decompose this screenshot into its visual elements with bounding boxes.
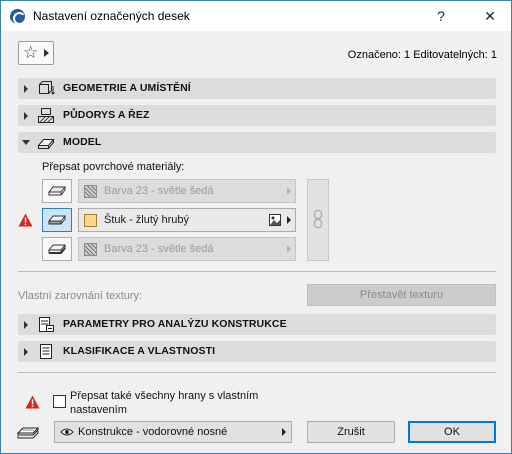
override-materials-label: Přepsat povrchové materiály: xyxy=(42,161,185,173)
expand-arrow-icon xyxy=(24,321,28,329)
section-classification[interactable]: KLASIFIKACE A VLASTNOSTI xyxy=(18,341,496,362)
texture-alignment-label: Vlastní zarovnání textury: xyxy=(18,290,143,302)
window-title: Nastavení označených desek xyxy=(33,9,190,23)
dialog-body: ☆ Označeno: 1 Editovatelných: 1 GEOMETRI… xyxy=(1,31,511,453)
edge-surface-button[interactable] xyxy=(42,208,72,232)
divider xyxy=(18,372,496,373)
collapse-arrow-icon xyxy=(22,140,30,145)
chevron-right-icon xyxy=(287,216,291,224)
material-name: Barva 23 - světle šedá xyxy=(104,185,214,197)
chevron-right-icon xyxy=(287,187,291,195)
top-surface-button[interactable] xyxy=(42,179,72,203)
help-button[interactable]: ? xyxy=(426,5,456,27)
material-dropdown: Barva 23 - světle šedá xyxy=(78,179,296,203)
favorites-button[interactable]: ☆ xyxy=(18,41,54,65)
section-geometry[interactable]: GEOMETRIE A UMÍSTĚNÍ xyxy=(18,78,496,99)
warning-icon xyxy=(18,213,33,227)
override-edges-checkbox[interactable] xyxy=(53,395,66,408)
star-icon: ☆ xyxy=(23,43,39,62)
expand-arrow-icon xyxy=(24,348,28,356)
layer-dropdown[interactable]: Konstrukce - vodorovné nosné xyxy=(54,421,292,443)
close-button[interactable]: ✕ xyxy=(475,5,505,27)
geometry-icon xyxy=(39,81,55,95)
override-edges-label[interactable]: Přepsat také všechny hrany s vlastním na… xyxy=(70,389,290,417)
eye-icon xyxy=(60,428,74,436)
warning-icon xyxy=(25,395,40,409)
floorplan-icon xyxy=(38,108,54,123)
section-title: PARAMETRY PRO ANALÝZU KONSTRUKCE xyxy=(63,318,287,330)
slab-top-icon xyxy=(48,186,66,196)
material-dropdown: Barva 23 - světle šedá xyxy=(78,237,296,261)
material-swatch xyxy=(84,214,97,227)
chevron-right-icon xyxy=(287,245,291,253)
selection-info: Označeno: 1 Editovatelných: 1 xyxy=(347,49,497,61)
section-floorplan[interactable]: PŮDORYS A ŘEZ xyxy=(18,105,496,126)
section-structural-analysis[interactable]: PARAMETRY PRO ANALÝZU KONSTRUKCE xyxy=(18,314,496,335)
expand-arrow-icon xyxy=(24,85,28,93)
classification-icon xyxy=(40,344,52,359)
section-model[interactable]: MODEL xyxy=(18,132,496,153)
material-swatch xyxy=(84,243,97,256)
section-title: KLASIFIKACE A VLASTNOSTI xyxy=(63,345,216,357)
app-icon xyxy=(10,9,26,25)
chevron-right-icon xyxy=(44,49,49,57)
expand-arrow-icon xyxy=(24,112,28,120)
slab-bottom-icon xyxy=(48,244,66,254)
image-icon xyxy=(269,214,281,226)
chain-link-icon xyxy=(313,209,323,229)
slab-edge-icon xyxy=(48,215,66,225)
structural-analysis-icon xyxy=(39,317,54,332)
material-swatch xyxy=(84,185,97,198)
material-name: Barva 23 - světle šedá xyxy=(104,243,214,255)
title-bar: Nastavení označených desek ? ✕ xyxy=(1,1,511,31)
dialog-window: Nastavení označených desek ? ✕ ☆ Označen… xyxy=(0,0,512,454)
material-dropdown[interactable]: Štuk - žlutý hrubý xyxy=(78,208,296,232)
layers-icon xyxy=(17,427,39,439)
chevron-right-icon xyxy=(282,428,286,436)
divider xyxy=(18,271,496,272)
model-icon xyxy=(37,139,55,149)
rebuild-texture-button: Přestavět texturu xyxy=(307,284,496,306)
section-title: GEOMETRIE A UMÍSTĚNÍ xyxy=(63,82,191,94)
layer-name: Konstrukce - vodorovné nosné xyxy=(78,426,228,438)
section-title: PŮDORYS A ŘEZ xyxy=(63,109,150,121)
material-name: Štuk - žlutý hrubý xyxy=(104,214,189,226)
ok-button[interactable]: OK xyxy=(408,421,496,443)
cancel-button[interactable]: Zrušit xyxy=(307,421,395,443)
section-title: MODEL xyxy=(63,136,102,148)
bottom-surface-button[interactable] xyxy=(42,237,72,261)
link-materials-button xyxy=(307,179,329,261)
